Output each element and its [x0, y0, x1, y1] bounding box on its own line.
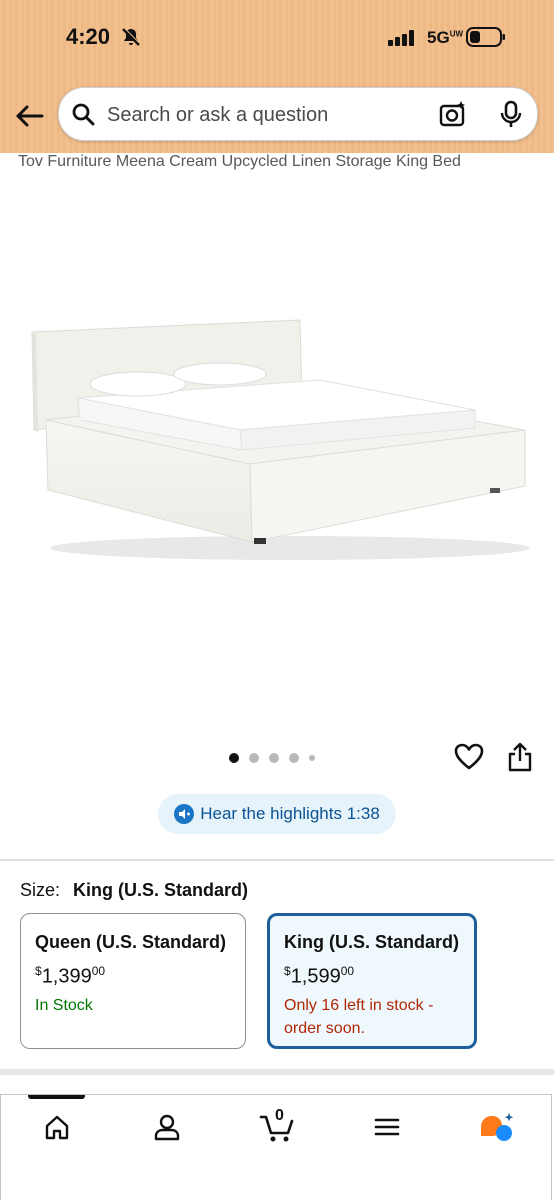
battery-icon — [466, 27, 505, 47]
size-option-name: King (U.S. Standard) — [284, 932, 459, 952]
nav-rufus[interactable] — [477, 1107, 517, 1147]
search-input[interactable] — [105, 98, 429, 132]
signal-icon — [388, 30, 414, 46]
camera-search-icon[interactable] — [439, 100, 467, 128]
search-bar[interactable] — [58, 87, 538, 141]
divider — [0, 1069, 554, 1075]
product-title[interactable]: Tov Furniture Meena Cream Upcycled Linen… — [18, 153, 461, 171]
status-time: 4:20 — [66, 24, 111, 49]
size-option-price: $1,59900 — [284, 964, 355, 988]
carousel-dot[interactable] — [249, 753, 259, 763]
size-option-name: Queen (U.S. Standard) — [35, 932, 227, 952]
top-header: 4:20 5GUW — [0, 0, 554, 153]
hear-highlights-button[interactable]: Hear the highlights 1:38 — [158, 794, 396, 834]
size-label: Size: — [20, 880, 61, 900]
home-icon — [45, 1115, 69, 1140]
divider — [0, 859, 554, 861]
carousel-dot[interactable] — [229, 753, 239, 763]
cart-count-badge: 0 — [275, 1107, 284, 1124]
product-image[interactable] — [20, 280, 540, 580]
size-option-stock: Only 16 left in stock - order soon. — [284, 997, 434, 1037]
menu-icon — [374, 1118, 400, 1136]
heart-icon[interactable] — [454, 742, 484, 772]
network-label: 5GUW — [427, 28, 464, 47]
carousel-dot[interactable] — [269, 753, 279, 763]
account-icon — [154, 1114, 180, 1141]
nav-home[interactable] — [37, 1107, 77, 1147]
search-icon — [72, 103, 95, 126]
back-arrow-icon[interactable] — [12, 99, 46, 133]
rufus-icon — [481, 1113, 514, 1141]
share-icon[interactable] — [508, 742, 532, 772]
audio-icon — [174, 804, 195, 824]
nav-menu[interactable] — [367, 1107, 407, 1147]
size-selected-value: King (U.S. Standard) — [73, 880, 248, 900]
nav-account[interactable] — [147, 1107, 187, 1147]
carousel-dot[interactable] — [289, 753, 299, 763]
hear-highlights-label: Hear the highlights 1:38 — [200, 804, 380, 823]
carousel-dots — [229, 752, 315, 764]
microphone-icon[interactable] — [499, 100, 523, 128]
size-option-queen[interactable]: Queen (U.S. Standard) $1,39900 In Stock — [20, 913, 246, 1049]
size-option-price: $1,39900 — [35, 964, 106, 988]
nav-active-indicator — [28, 1095, 85, 1099]
size-option-stock: In Stock — [35, 997, 93, 1014]
size-option-king[interactable]: King (U.S. Standard) $1,59900 Only 16 le… — [267, 913, 477, 1049]
silent-bell-icon — [122, 27, 141, 46]
carousel-dot[interactable] — [309, 755, 315, 761]
